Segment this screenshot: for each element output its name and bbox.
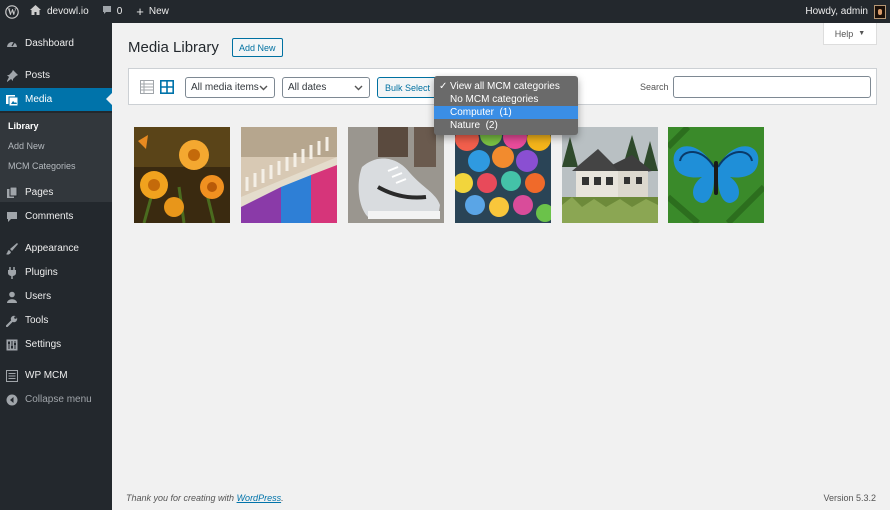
media-item-butterfly[interactable] [668, 127, 764, 223]
media-icon [6, 94, 18, 106]
menu-label: Pages [25, 187, 54, 198]
page-title: Media Library [128, 39, 219, 56]
media-item-flowers[interactable] [134, 127, 230, 223]
option-label: Computer (1) [450, 107, 512, 118]
help-label: Help [834, 28, 854, 39]
triangle-down-icon: ▼ [858, 30, 866, 37]
my-account[interactable]: Howdy, admin [805, 0, 886, 23]
footer-thanks-text: Thank you for creating with [126, 493, 237, 503]
option-label: No MCM categories [450, 94, 539, 105]
menu-label: Comments [25, 211, 74, 222]
collapse-menu-button[interactable]: Collapse menu [0, 388, 112, 411]
users-icon [6, 291, 18, 303]
pin-icon [6, 69, 18, 82]
menu-label: Appearance [25, 243, 79, 254]
media-type-value: All media items [191, 82, 259, 93]
menu-label: Settings [25, 339, 62, 350]
settings-icon [6, 339, 18, 351]
menu-item-tools[interactable]: Tools [0, 309, 112, 332]
menu-item-media[interactable]: Media [0, 88, 112, 111]
media-item-umbrellas[interactable] [455, 127, 551, 223]
menu-item-pages[interactable]: Pages [0, 181, 112, 204]
greeting: Howdy, admin [805, 6, 868, 17]
media-type-filter[interactable]: All media items [185, 77, 275, 98]
pages-icon [6, 186, 18, 199]
category-option-nature[interactable]: Nature (2) [434, 119, 578, 132]
site-name-link[interactable]: devowl.io [30, 0, 89, 23]
sneaker-photo [348, 127, 444, 223]
submenu-library[interactable]: Library [8, 121, 39, 131]
category-option-computer[interactable]: Computer (1) [434, 106, 578, 119]
list-icon [6, 369, 18, 382]
menu-label: Dashboard [25, 38, 74, 49]
list-view-icon[interactable] [140, 80, 154, 94]
media-item-rainbow-stairs[interactable] [241, 127, 337, 223]
comments-count: 0 [116, 6, 123, 17]
comments-link[interactable]: 0 [102, 0, 123, 23]
media-item-sneaker[interactable] [348, 127, 444, 223]
menu-item-appearance[interactable]: Appearance [0, 237, 112, 260]
home-icon [30, 5, 41, 18]
wordpress-logo-icon[interactable]: W [0, 0, 24, 23]
menu-label: WP MCM [25, 370, 68, 381]
brush-icon [6, 242, 18, 255]
site-name: devowl.io [47, 6, 89, 17]
plugin-icon [6, 266, 18, 279]
submenu-mcm-categories[interactable]: MCM Categories [8, 161, 76, 171]
menu-label: Collapse menu [25, 394, 92, 405]
option-label: View all MCM categories [450, 81, 560, 92]
avatar [874, 4, 886, 19]
media-item-house[interactable] [562, 127, 658, 223]
grid-view-icon[interactable] [160, 80, 174, 94]
chevron-down-icon [354, 83, 363, 95]
admin-bar: W devowl.io 0 + New Howdy, admin [0, 0, 890, 23]
footer-thanks: Thank you for creating with WordPress. [126, 493, 284, 503]
svg-text:W: W [8, 7, 17, 17]
date-filter-value: All dates [288, 82, 327, 93]
checkmark-icon: ✓ [439, 81, 448, 92]
date-filter[interactable]: All dates [282, 77, 370, 98]
house-photo [562, 127, 658, 223]
chevron-down-icon [259, 83, 268, 95]
search-input[interactable] [673, 76, 871, 98]
new-label: New [148, 6, 169, 17]
category-option-none[interactable]: No MCM categories [434, 93, 578, 106]
menu-item-settings[interactable]: Settings [0, 333, 112, 356]
menu-item-posts[interactable]: Posts [0, 64, 112, 87]
footer-thanks-period: . [281, 493, 284, 503]
category-option-view-all[interactable]: ✓ View all MCM categories [434, 80, 578, 93]
add-new-button[interactable]: Add New [232, 38, 283, 57]
wordpress-link[interactable]: WordPress [237, 493, 282, 503]
collapse-icon [6, 394, 18, 406]
footer-version: Version 5.3.2 [823, 493, 876, 503]
comment-icon [6, 211, 18, 223]
mcm-category-dropdown: ✓ View all MCM categories No MCM categor… [434, 76, 578, 135]
submenu-add-new[interactable]: Add New [8, 141, 45, 151]
butterfly-photo [668, 127, 764, 223]
menu-item-plugins[interactable]: Plugins [0, 261, 112, 284]
admin-menu: Dashboard Posts Media Library Add New MC… [0, 23, 112, 510]
menu-item-users[interactable]: Users [0, 285, 112, 308]
wrench-icon [6, 315, 18, 327]
menu-label: Users [25, 291, 52, 302]
option-label: Nature (2) [450, 120, 498, 131]
rainbow-stairs-photo [241, 127, 337, 223]
plus-icon: + [136, 4, 144, 19]
menu-label: Posts [25, 70, 51, 81]
menu-item-wp-mcm[interactable]: WP MCM [0, 364, 112, 387]
new-content-link[interactable]: + New [136, 0, 169, 23]
menu-item-dashboard[interactable]: Dashboard [0, 32, 112, 55]
menu-label: Plugins [25, 267, 58, 278]
search-label: Search [640, 82, 669, 92]
umbrellas-photo [455, 127, 551, 223]
menu-item-comments[interactable]: Comments [0, 205, 112, 228]
menu-label: Tools [25, 315, 49, 326]
bulk-select-button[interactable]: Bulk Select [377, 77, 439, 98]
flowers-photo [134, 127, 230, 223]
menu-label: Media [25, 94, 53, 105]
help-tab[interactable]: Help ▼ [823, 23, 877, 45]
comment-icon [102, 5, 112, 18]
dashboard-icon [6, 38, 18, 50]
